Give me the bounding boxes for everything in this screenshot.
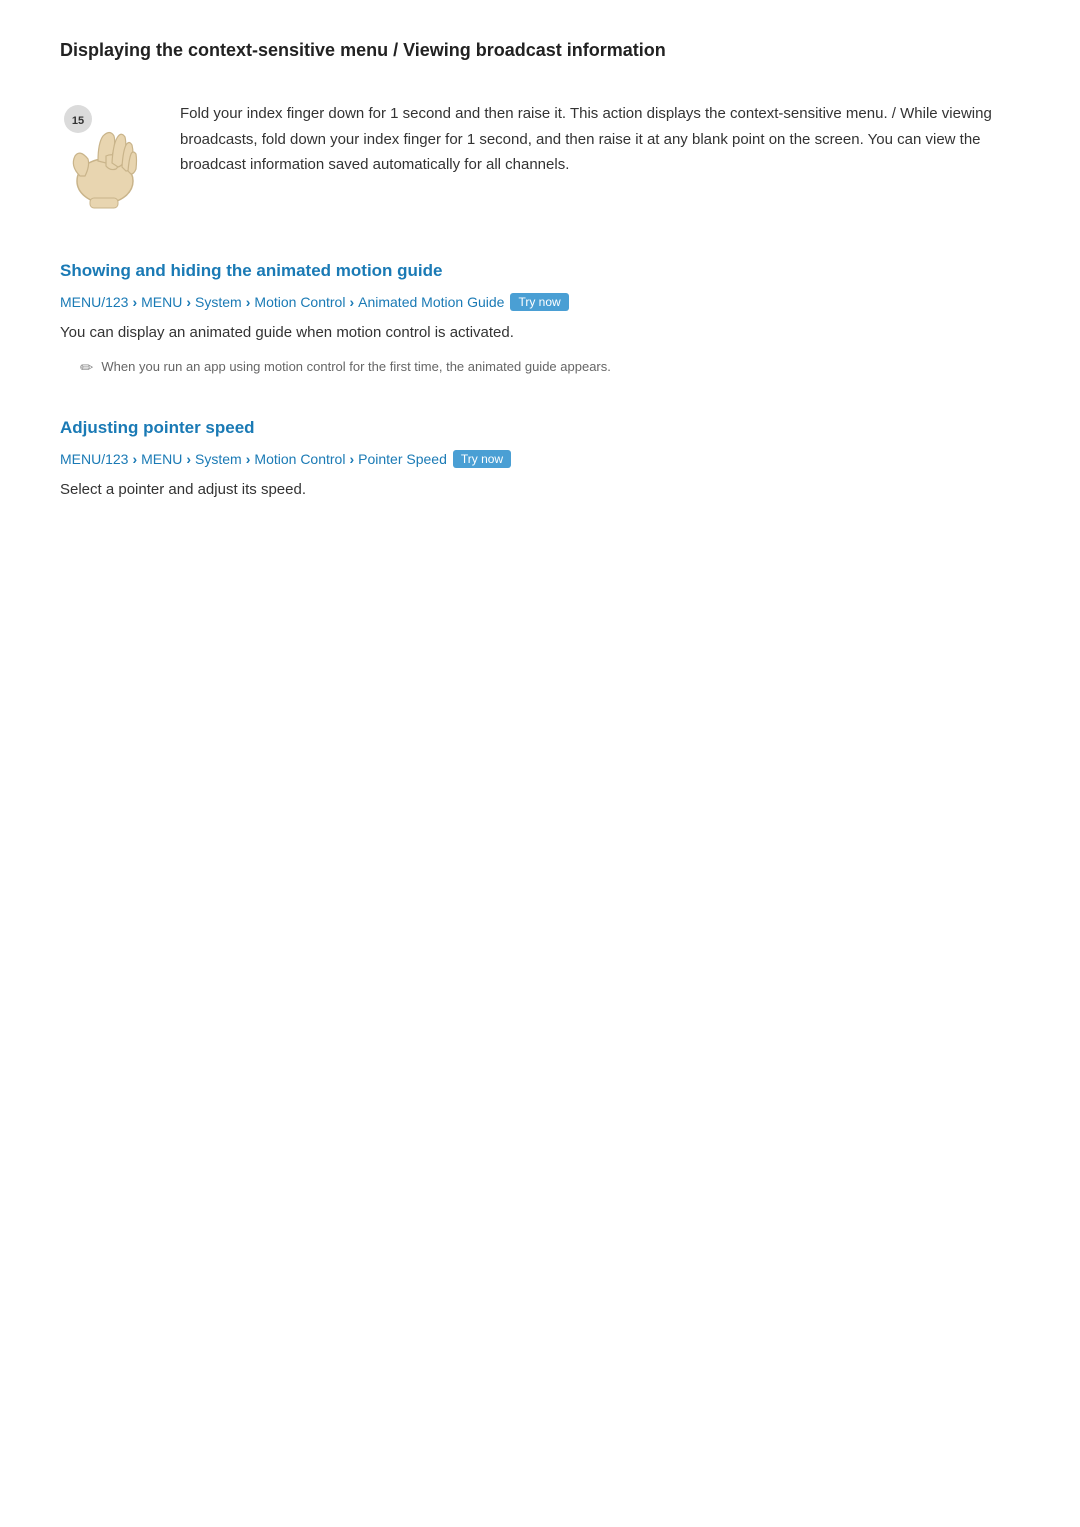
section1-title: Showing and hiding the animated motion g…: [60, 261, 1020, 281]
section2-breadcrumb: MENU/123 › MENU › System › Motion Contro…: [60, 450, 1020, 468]
breadcrumb-item-animated-motion-guide[interactable]: Animated Motion Guide: [358, 294, 504, 310]
breadcrumb-item-motion-control[interactable]: Motion Control: [254, 294, 345, 310]
section2-description: Select a pointer and adjust its speed.: [60, 478, 1020, 502]
breadcrumb2-sep-3: ›: [246, 451, 251, 467]
breadcrumb2-item-motion-control[interactable]: Motion Control: [254, 451, 345, 467]
try-now-badge-2[interactable]: Try now: [453, 450, 511, 468]
breadcrumb2-item-menu[interactable]: MENU: [141, 451, 182, 467]
page-title: Displaying the context-sensitive menu / …: [60, 40, 1020, 71]
pencil-icon: ✏: [80, 358, 93, 378]
breadcrumb2-item-menu123[interactable]: MENU/123: [60, 451, 128, 467]
section1-note-text: When you run an app using motion control…: [101, 357, 610, 377]
breadcrumb-item-menu[interactable]: MENU: [141, 294, 182, 310]
breadcrumb-sep-2: ›: [186, 294, 191, 310]
section2-title: Adjusting pointer speed: [60, 418, 1020, 438]
section-pointer-speed: Adjusting pointer speed MENU/123 › MENU …: [60, 418, 1020, 502]
breadcrumb2-item-system[interactable]: System: [195, 451, 242, 467]
section-animated-motion-guide: Showing and hiding the animated motion g…: [60, 261, 1020, 378]
breadcrumb2-item-pointer-speed[interactable]: Pointer Speed: [358, 451, 447, 467]
svg-text:15: 15: [72, 115, 84, 127]
intro-description: Fold your index finger down for 1 second…: [180, 101, 1020, 178]
breadcrumb2-sep-1: ›: [132, 451, 137, 467]
breadcrumb-sep-1: ›: [132, 294, 137, 310]
breadcrumb2-sep-2: ›: [186, 451, 191, 467]
section1-description: You can display an animated guide when m…: [60, 321, 1020, 345]
try-now-badge-1[interactable]: Try now: [510, 293, 568, 311]
hand-icon: 15: [60, 101, 150, 211]
breadcrumb-item-menu123[interactable]: MENU/123: [60, 294, 128, 310]
intro-section: 15 Fold your index finger down for 1 sec…: [60, 101, 1020, 211]
section1-note: ✏ When you run an app using motion contr…: [60, 357, 1020, 378]
breadcrumb2-sep-4: ›: [349, 451, 354, 467]
breadcrumb-item-system[interactable]: System: [195, 294, 242, 310]
section1-breadcrumb: MENU/123 › MENU › System › Motion Contro…: [60, 293, 1020, 311]
breadcrumb-sep-4: ›: [349, 294, 354, 310]
breadcrumb-sep-3: ›: [246, 294, 251, 310]
